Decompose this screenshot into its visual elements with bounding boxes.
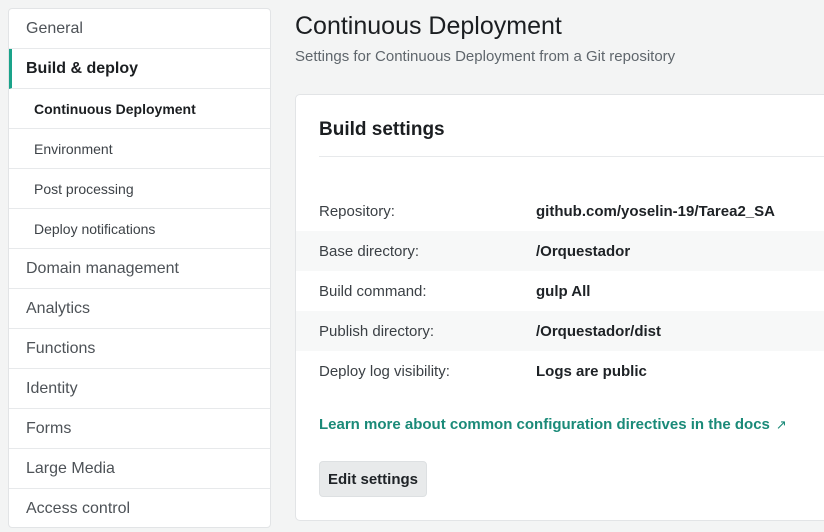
setting-label: Build command: xyxy=(319,282,427,300)
setting-row-deploy-log-visibility: Deploy log visibility: Logs are public xyxy=(296,351,824,391)
setting-label: Deploy log visibility: xyxy=(319,362,450,380)
sidebar-item-general[interactable]: General xyxy=(9,9,270,49)
build-settings-card: Build settings Repository: github.com/yo… xyxy=(295,94,824,521)
docs-link[interactable]: Learn more about common configuration di… xyxy=(319,416,787,433)
sidebar-item-domain-management[interactable]: Domain management xyxy=(9,249,270,289)
setting-label: Base directory: xyxy=(319,242,420,260)
sidebar-subitem-post-processing[interactable]: Post processing xyxy=(9,169,270,209)
setting-value: Logs are public xyxy=(536,362,647,380)
setting-label: Publish directory: xyxy=(319,322,435,340)
settings-sidebar: General Build & deploy Continuous Deploy… xyxy=(8,8,271,528)
setting-row-publish-directory: Publish directory: /Orquestador/dist xyxy=(296,311,824,351)
setting-value: /Orquestador/dist xyxy=(536,322,662,340)
sidebar-item-large-media[interactable]: Large Media xyxy=(9,449,270,489)
sidebar-item-analytics[interactable]: Analytics xyxy=(9,289,270,329)
setting-label: Repository: xyxy=(319,202,395,220)
card-title: Build settings xyxy=(319,119,445,140)
setting-row-build-command: Build command: gulp All xyxy=(296,271,824,311)
sidebar-item-build-deploy[interactable]: Build & deploy xyxy=(9,49,270,89)
card-divider xyxy=(319,156,824,157)
sidebar-item-functions[interactable]: Functions xyxy=(9,329,270,369)
page-title: Continuous Deployment xyxy=(295,12,562,40)
sidebar-subitem-deploy-notifications[interactable]: Deploy notifications xyxy=(9,209,270,249)
settings-list: Repository: github.com/yoselin-19/Tarea2… xyxy=(296,191,824,391)
sidebar-item-forms[interactable]: Forms xyxy=(9,409,270,449)
setting-value: github.com/yoselin-19/Tarea2_SA xyxy=(536,202,775,220)
sidebar-subitem-continuous-deployment[interactable]: Continuous Deployment xyxy=(9,89,270,129)
sidebar-subitem-environment[interactable]: Environment xyxy=(9,129,270,169)
sidebar-item-identity[interactable]: Identity xyxy=(9,369,270,409)
docs-link-text: Learn more about common configuration di… xyxy=(319,416,770,433)
external-link-icon: ↗ xyxy=(775,417,787,432)
setting-value: gulp All xyxy=(536,282,591,300)
setting-row-base-directory: Base directory: /Orquestador xyxy=(296,231,824,271)
setting-value: /Orquestador xyxy=(536,242,631,260)
page-subtitle: Settings for Continuous Deployment from … xyxy=(295,48,676,65)
setting-row-repository: Repository: github.com/yoselin-19/Tarea2… xyxy=(296,191,824,231)
sidebar-item-access-control[interactable]: Access control xyxy=(9,489,270,527)
edit-settings-button[interactable]: Edit settings xyxy=(319,461,428,497)
